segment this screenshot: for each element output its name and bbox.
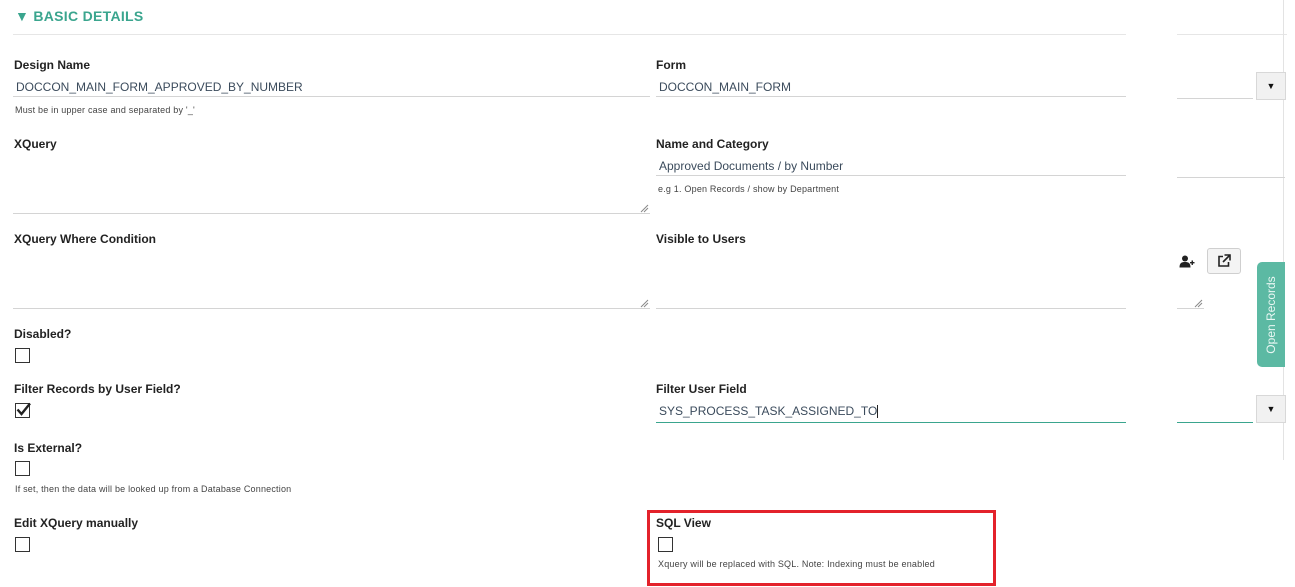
name-category-label: Name and Category bbox=[656, 137, 769, 151]
resize-grip-icon[interactable] bbox=[640, 299, 649, 308]
filter-user-field-label: Filter User Field bbox=[656, 382, 747, 396]
disabled-checkbox[interactable] bbox=[15, 348, 30, 363]
open-records-tab-label: Open Records bbox=[1264, 275, 1278, 354]
is-external-label: Is External? bbox=[14, 441, 83, 455]
filter-user-field-input[interactable]: SYS_PROCESS_TASK_ASSIGNED_TO bbox=[656, 401, 1126, 423]
visible-users-label: Visible to Users bbox=[656, 232, 746, 246]
name-category-extra-input[interactable] bbox=[1177, 158, 1285, 178]
section-divider bbox=[13, 34, 1126, 35]
name-category-hint: e.g 1. Open Records / show by Department bbox=[658, 184, 840, 194]
design-name-hint: Must be in upper case and separated by '… bbox=[15, 105, 195, 115]
is-external-checkbox[interactable] bbox=[15, 461, 30, 476]
form-dropdown-button[interactable]: ▼ bbox=[1256, 72, 1286, 100]
add-user-icon[interactable] bbox=[1179, 255, 1195, 268]
xquery-label: XQuery bbox=[14, 137, 57, 151]
edit-xquery-checkbox[interactable] bbox=[15, 537, 30, 552]
open-users-button[interactable] bbox=[1207, 248, 1241, 274]
form-label: Form bbox=[656, 58, 686, 72]
right-panel-divider bbox=[1177, 34, 1287, 35]
sql-view-highlight bbox=[647, 510, 996, 586]
checkmark-icon bbox=[16, 402, 31, 416]
form-select[interactable] bbox=[1177, 79, 1253, 99]
xquery-textarea[interactable] bbox=[13, 155, 650, 214]
caret-down-icon: ▼ bbox=[1266, 404, 1276, 414]
panel-right-border bbox=[1283, 0, 1284, 460]
edit-xquery-label: Edit XQuery manually bbox=[14, 516, 139, 530]
resize-grip-icon[interactable] bbox=[1194, 299, 1203, 308]
section-title-basic-details[interactable]: ▼ BASIC DETAILS bbox=[15, 8, 144, 24]
filter-records-label: Filter Records by User Field? bbox=[14, 382, 181, 396]
form-input[interactable]: DOCCON_MAIN_FORM bbox=[656, 77, 1126, 97]
open-records-side-tab[interactable]: Open Records bbox=[1257, 262, 1285, 367]
disabled-label: Disabled? bbox=[14, 327, 72, 341]
filter-records-checkbox[interactable] bbox=[15, 402, 31, 418]
filter-user-field-select[interactable] bbox=[1177, 401, 1253, 423]
caret-down-icon: ▼ bbox=[1266, 81, 1276, 91]
resize-grip-icon[interactable] bbox=[640, 204, 649, 213]
is-external-hint: If set, then the data will be looked up … bbox=[15, 484, 292, 494]
filter-user-field-dropdown-button[interactable]: ▼ bbox=[1256, 395, 1286, 423]
external-link-icon bbox=[1218, 254, 1231, 267]
visible-users-textarea[interactable] bbox=[656, 250, 1126, 309]
design-name-input[interactable]: DOCCON_MAIN_FORM_APPROVED_BY_NUMBER bbox=[13, 77, 650, 97]
text-cursor bbox=[877, 405, 879, 419]
filter-user-field-value: SYS_PROCESS_TASK_ASSIGNED_TO bbox=[659, 404, 878, 418]
name-category-input[interactable]: Approved Documents / by Number bbox=[656, 156, 1126, 176]
xquery-where-label: XQuery Where Condition bbox=[14, 232, 157, 246]
xquery-where-textarea[interactable] bbox=[13, 250, 650, 309]
design-name-label: Design Name bbox=[14, 58, 91, 72]
